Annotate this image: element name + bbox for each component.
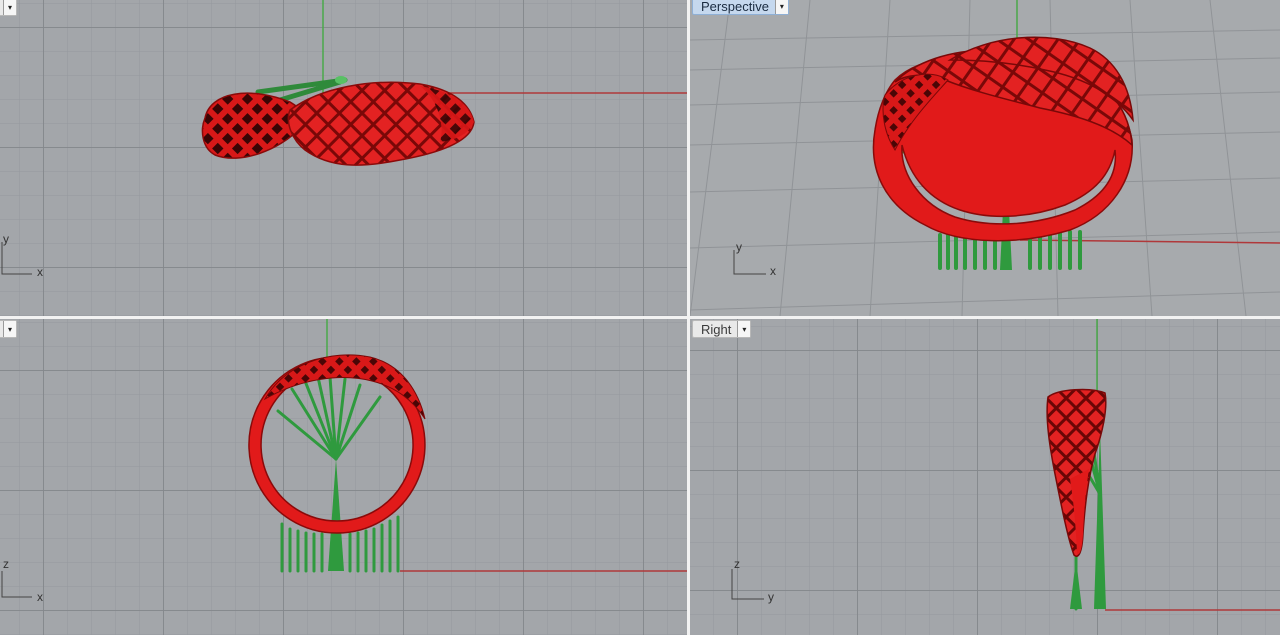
viewport-right-tab[interactable]: Right ▾ (692, 320, 752, 338)
chevron-down-icon[interactable]: ▾ (3, 321, 16, 337)
viewport-front-tab[interactable]: ▾ (0, 320, 17, 338)
viewport-perspective-tab-label: Perspective (701, 0, 769, 14)
axis-horizontal-label: y (768, 590, 774, 604)
axis-vertical-label: z (3, 557, 9, 571)
viewport-perspective[interactable]: Perspective ▾ y x (690, 0, 1280, 316)
top-scene (201, 0, 687, 166)
chevron-down-icon[interactable]: ▾ (737, 321, 751, 337)
axis-vertical-label: y (3, 232, 9, 246)
viewport-front[interactable]: ▾ z x (0, 319, 687, 635)
axis-vertical-label: y (736, 240, 742, 254)
axis-vertical-label: z (734, 557, 740, 571)
axis-horizontal-label: x (37, 590, 43, 604)
support-structure (276, 375, 400, 573)
axis-indicator: z x (0, 557, 52, 607)
viewport-right-tab-label: Right (701, 321, 732, 337)
front-scene (248, 319, 687, 573)
viewport-perspective-tab[interactable]: Perspective ▾ (692, 0, 789, 15)
chevron-down-icon[interactable]: ▾ (3, 0, 16, 15)
axis-indicator: z y (730, 557, 782, 605)
chevron-down-icon[interactable]: ▾ (774, 0, 788, 14)
axis-horizontal-label: x (770, 264, 776, 278)
ring-model (872, 36, 1134, 242)
viewport-right[interactable]: Right ▾ z y (690, 319, 1280, 635)
viewport-top-tab[interactable]: ▾ (0, 0, 17, 16)
axis-indicator: y x (0, 232, 52, 282)
axis-horizontal-label: x (37, 265, 43, 279)
viewport-top[interactable]: ▾ y x (0, 0, 687, 316)
axis-indicator: y x (732, 240, 784, 288)
ring-model (201, 81, 475, 166)
